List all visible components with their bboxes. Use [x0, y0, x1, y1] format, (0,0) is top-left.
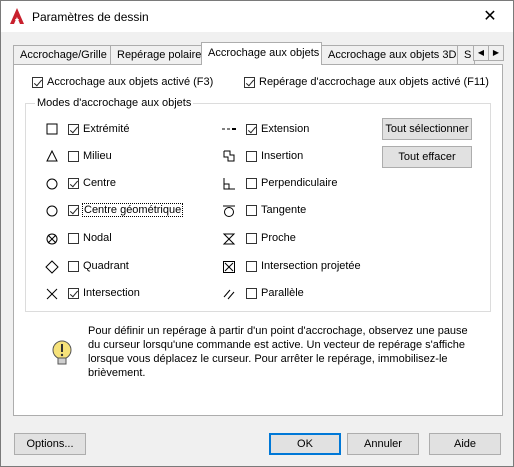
quadrant-label: Quadrant — [83, 260, 129, 272]
tab-3d-object-snap[interactable]: Accrochage aux objets 3D — [321, 45, 463, 65]
dialog-window: Paramètres de dessin ✕ Accrochage/Grille… — [0, 0, 514, 467]
close-button[interactable]: ✕ — [467, 1, 513, 32]
perpendicular-icon — [223, 178, 235, 190]
cancel-button[interactable]: Annuler — [347, 433, 419, 455]
extension-icon — [222, 128, 236, 130]
osnap-on-label: Accrochage aux objets activé (F3) — [47, 76, 214, 88]
tab-scroll-right-icon[interactable]: ▶ — [488, 45, 504, 61]
parallel-label: Parallèle — [261, 287, 304, 299]
tracking-on-checkbox[interactable] — [244, 77, 255, 88]
tab-polar-tracking[interactable]: Repérage polaire — [110, 45, 210, 65]
quadrant-checkbox[interactable] — [68, 261, 79, 272]
endpoint-checkbox[interactable] — [68, 124, 79, 135]
node-checkbox[interactable] — [68, 233, 79, 244]
hourglass-icon — [222, 233, 236, 245]
midpoint-label: Milieu — [83, 150, 112, 162]
clear-all-button[interactable]: Tout effacer — [382, 146, 472, 168]
autocad-logo-icon — [10, 8, 24, 24]
parallel-checkbox[interactable] — [246, 288, 257, 299]
tracking-on-label: Repérage d'accrochage aux objets activé … — [259, 76, 489, 88]
osnap-on-checkbox[interactable] — [32, 77, 43, 88]
square-x-icon — [223, 261, 235, 273]
diamond-icon — [45, 260, 59, 274]
center-checkbox[interactable] — [68, 178, 79, 189]
modes-group-title: Modes d'accrochage aux objets — [35, 97, 194, 109]
tangent-checkbox[interactable] — [246, 205, 257, 216]
extension-checkbox[interactable] — [246, 124, 257, 135]
circle-x-icon — [46, 233, 58, 245]
circle-icon — [46, 178, 58, 190]
square-icon — [46, 123, 58, 135]
window-title: Paramètres de dessin — [32, 10, 149, 24]
info-text: Pour définir un repérage à partir d'un p… — [88, 325, 468, 379]
tangent-label: Tangente — [261, 204, 307, 216]
tab-snap-grid[interactable]: Accrochage/Grille — [13, 45, 113, 65]
midpoint-checkbox[interactable] — [68, 151, 79, 162]
intersection-checkbox[interactable] — [68, 288, 79, 299]
x-icon — [46, 288, 58, 300]
tangent-icon — [223, 205, 235, 217]
options-button[interactable]: Options... — [14, 433, 86, 455]
perpendicular-label: Perpendiculaire — [261, 177, 338, 189]
center-label: Centre — [83, 177, 117, 189]
perpendicular-checkbox[interactable] — [246, 178, 257, 189]
apparent-intersection-label: Intersection projetée — [261, 260, 361, 272]
apparent-intersection-checkbox[interactable] — [246, 261, 257, 272]
lightbulb-icon — [52, 340, 72, 365]
title-bar: Paramètres de dessin ✕ — [1, 1, 513, 32]
circle-icon — [46, 205, 58, 217]
endpoint-label: Extrémité — [83, 123, 130, 135]
triangle-icon — [46, 149, 58, 162]
extension-label: Extension — [261, 123, 310, 135]
intersection-label: Intersection — [83, 287, 140, 299]
select-all-button[interactable]: Tout sélectionner — [382, 118, 472, 140]
nearest-checkbox[interactable] — [246, 233, 257, 244]
tab-scroll-left-icon[interactable]: ◀ — [473, 45, 489, 61]
insertion-checkbox[interactable] — [246, 151, 257, 162]
insertion-label: Insertion — [261, 150, 304, 162]
node-label: Nodal — [83, 232, 112, 244]
insertion-icon — [223, 150, 235, 162]
geometric-center-checkbox[interactable] — [68, 205, 79, 216]
parallel-icon — [223, 289, 235, 300]
tab-object-snap[interactable]: Accrochage aux objets — [201, 42, 322, 65]
ok-button[interactable]: OK — [269, 433, 341, 455]
geometric-center-label: Centre géométrique — [82, 203, 184, 217]
nearest-label: Proche — [261, 232, 296, 244]
help-button[interactable]: Aide — [429, 433, 501, 455]
